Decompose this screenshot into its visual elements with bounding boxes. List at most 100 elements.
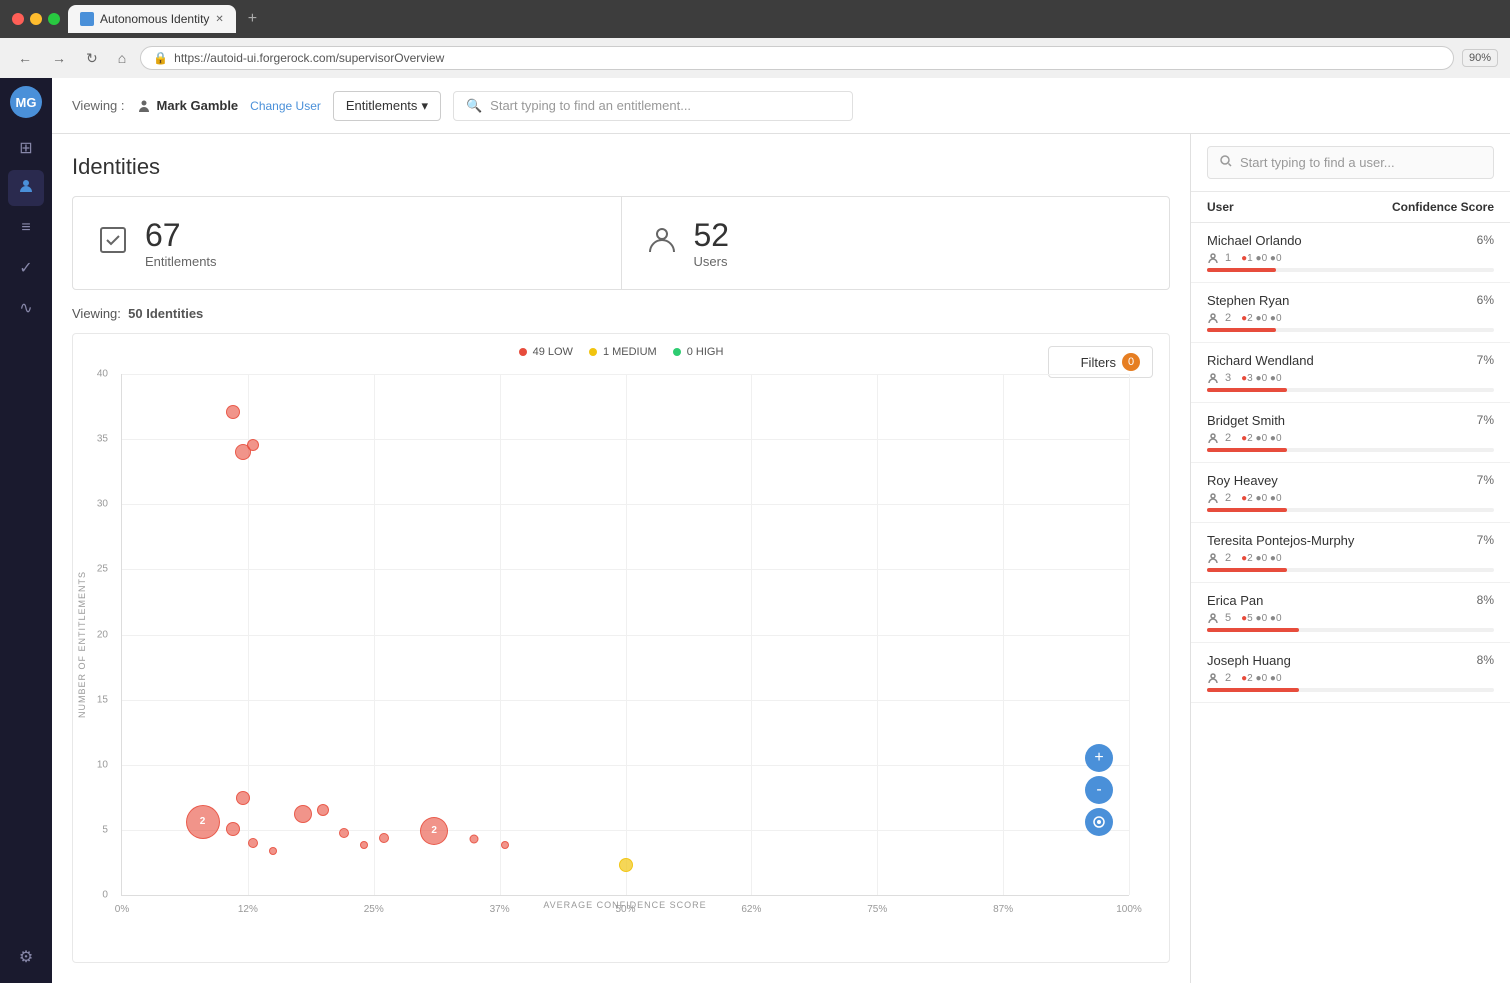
legend-high-label: 0 HIGH [687, 346, 724, 358]
sidebar-item-identity[interactable] [8, 170, 44, 206]
person-icon [1207, 492, 1219, 504]
settings-icon: ⚙ [19, 947, 33, 967]
legend-medium: 1 MEDIUM [589, 346, 657, 358]
tab-favicon [80, 12, 94, 26]
bubble-6[interactable] [294, 805, 312, 823]
zoom-out-button[interactable]: - [1085, 776, 1113, 804]
sidebar-item-wave[interactable]: ∿ [8, 290, 44, 326]
legend-medium-label: 1 MEDIUM [603, 346, 657, 358]
bubble-4[interactable] [269, 847, 277, 855]
bubble-9[interactable] [360, 841, 368, 849]
right-panel-header: Start typing to find a user... [1191, 134, 1510, 192]
browser-tab[interactable]: Autonomous Identity ✕ [68, 5, 236, 33]
stat-entitlements: 67 Entitlements [73, 197, 622, 289]
sidebar-item-list[interactable]: ≡ [8, 210, 44, 246]
user-count: 2 [1225, 672, 1231, 684]
viewing-label: Viewing : [72, 98, 125, 113]
users-stat-icon [646, 224, 678, 263]
tab-close-button[interactable]: ✕ [215, 14, 223, 25]
zoom-reset-button[interactable] [1085, 808, 1113, 836]
legend-dot-low [519, 348, 527, 356]
legend-low: 49 LOW [519, 346, 573, 358]
person-icon [1207, 252, 1219, 264]
legend-dot-high [673, 348, 681, 356]
dot-red[interactable] [12, 13, 24, 25]
bubble-12[interactable] [501, 841, 509, 849]
user-name: Erica Pan [1207, 593, 1263, 608]
user-search-placeholder: Start typing to find a user... [1240, 155, 1395, 170]
user-list-item[interactable]: Erica Pan8% 5 ●5 ●0 ●0 [1191, 583, 1510, 643]
entitlements-count: 67 [145, 217, 217, 254]
bubble-top1[interactable] [226, 405, 240, 419]
chevron-down-icon: ▾ [421, 98, 428, 114]
bubble-8[interactable] [339, 828, 349, 838]
confidence-bar-bg [1207, 628, 1494, 632]
dot-green[interactable] [48, 13, 60, 25]
user-meta: 5 ●5 ●0 ●0 [1207, 612, 1494, 624]
new-tab-button[interactable]: + [248, 10, 257, 28]
person-icon [1207, 372, 1219, 384]
refresh-button[interactable]: ↻ [80, 48, 104, 69]
search-entitlement-placeholder: Start typing to find an entitlement... [490, 98, 691, 113]
user-list-item[interactable]: Teresita Pontejos-Murphy7% 2 ●2 ●0 ●0 [1191, 523, 1510, 583]
bubble-2[interactable] [226, 822, 240, 836]
user-name: Bridget Smith [1207, 413, 1285, 428]
user-list-item[interactable]: Stephen Ryan6% 2 ●2 ●0 ●0 [1191, 283, 1510, 343]
user-list-item[interactable]: Joseph Huang8% 2 ●2 ●0 ●0 [1191, 643, 1510, 703]
change-user-link[interactable]: Change User [250, 99, 321, 113]
user-list-item[interactable]: Roy Heavey7% 2 ●2 ●0 ●0 [1191, 463, 1510, 523]
sidebar-item-settings[interactable]: ⚙ [8, 939, 44, 975]
users-label: Users [694, 254, 730, 269]
dot-indicators: ●1 ●0 ●0 [1241, 253, 1281, 264]
address-bar[interactable]: 🔒 https://autoid-ui.forgerock.com/superv… [140, 46, 1454, 70]
bubble-11[interactable] [470, 835, 479, 844]
address-bar-row: ← → ↻ ⌂ 🔒 https://autoid-ui.forgerock.co… [0, 38, 1510, 78]
dot-yellow[interactable] [30, 13, 42, 25]
identity-icon [18, 178, 34, 199]
user-list-item[interactable]: Michael Orlando 6% 1 ●1 ●0 ●0 [1191, 223, 1510, 283]
col-score: Confidence Score [1392, 200, 1494, 214]
tab-title: Autonomous Identity [100, 12, 209, 26]
bubble-3[interactable] [248, 838, 258, 848]
user-score: 7% [1477, 413, 1494, 427]
confidence-bar-fill [1207, 568, 1287, 572]
user-name: Michael Orlando [1207, 233, 1302, 248]
home-button[interactable]: ⌂ [112, 48, 132, 68]
scatter-plot: 40 35 30 25 20 15 10 5 0 [91, 370, 1169, 918]
forward-button[interactable]: → [46, 48, 72, 68]
bubble-labeled[interactable]: 2 [420, 817, 448, 845]
user-list-item[interactable]: Richard Wendland7% 3 ●3 ●0 ●0 [1191, 343, 1510, 403]
confidence-bar-fill [1207, 268, 1276, 272]
user-search[interactable]: Start typing to find a user... [1207, 146, 1494, 179]
check-icon: ✓ [19, 258, 32, 278]
viewing-info: Viewing: 50 Identities [72, 306, 1170, 321]
sidebar-item-grid[interactable]: ⊞ [8, 130, 44, 166]
avatar: MG [10, 86, 42, 118]
person-icon [1207, 312, 1219, 324]
user-list-item[interactable]: Bridget Smith7% 2 ●2 ●0 ●0 [1191, 403, 1510, 463]
search-entitlement[interactable]: 🔍 Start typing to find an entitlement... [453, 91, 853, 121]
bubble-1[interactable]: 2 [186, 805, 220, 839]
list-icon: ≡ [21, 219, 30, 237]
person-icon [1207, 552, 1219, 564]
bubble-medium[interactable] [619, 858, 633, 872]
user-meta: 1 ●1 ●0 ●0 [1207, 252, 1494, 264]
bubble-top3[interactable] [247, 439, 259, 451]
back-button[interactable]: ← [12, 48, 38, 68]
scatter-wrapper: NUMBER OF ENTITLEMENTS [73, 370, 1169, 918]
entitlements-dropdown[interactable]: Entitlements ▾ [333, 91, 441, 121]
confidence-bar-fill [1207, 508, 1287, 512]
bubble-7[interactable] [317, 804, 329, 816]
user-score: 6% [1477, 233, 1494, 247]
bubble-10[interactable] [379, 833, 389, 843]
viewing-count: 50 Identities [128, 306, 203, 321]
zoom-in-button[interactable]: + [1085, 744, 1113, 772]
user-count: 3 [1225, 372, 1231, 384]
chart-area: 49 LOW 1 MEDIUM 0 HIGH [72, 333, 1170, 963]
bubble-5[interactable] [236, 791, 250, 805]
user-meta: 2 ●2 ●0 ●0 [1207, 492, 1494, 504]
page-title: Identities [72, 154, 1170, 180]
user-list: Michael Orlando 6% 1 ●1 ●0 ●0 Stephen Rya… [1191, 223, 1510, 983]
sidebar-item-check[interactable]: ✓ [8, 250, 44, 286]
stat-users: 52 Users [622, 197, 1170, 289]
